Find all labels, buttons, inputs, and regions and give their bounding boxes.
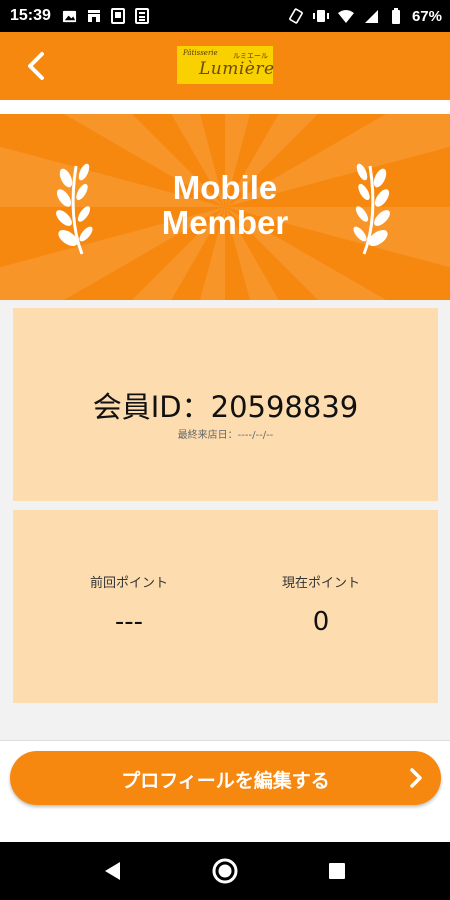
status-bar: 15:39 67% (0, 0, 450, 32)
wifi-icon (337, 7, 355, 25)
battery-percent: 67% (411, 7, 442, 25)
recents-square-icon (329, 863, 345, 879)
brand-logo: Pâtisserie ルミエール Lumière (177, 46, 275, 84)
member-id: 会員ID：20598839 (92, 390, 359, 424)
signal-icon (362, 7, 380, 25)
last-visit-date: 最終来店日：----/--/-- (177, 430, 274, 441)
rotate-icon (287, 7, 305, 25)
banner-title: Mobile Member (161, 169, 289, 241)
previous-points: 前回ポイント --- (23, 572, 235, 637)
status-time: 15:39 (10, 7, 51, 24)
chevron-left-icon (28, 52, 44, 80)
mobile-member-banner: Mobile Member (0, 114, 450, 300)
nav-home-button[interactable] (210, 856, 240, 886)
system-nav-bar (0, 842, 450, 900)
image-icon (61, 7, 79, 25)
chevron-right-icon (410, 768, 422, 788)
battery-icon (387, 7, 405, 25)
previous-points-label: 前回ポイント (89, 576, 168, 591)
current-points-label: 現在ポイント (281, 576, 360, 591)
previous-points-value: --- (114, 607, 144, 637)
nav-recents-button[interactable] (322, 856, 352, 886)
back-button[interactable] (18, 48, 54, 84)
app-header: Pâtisserie ルミエール Lumière (0, 32, 450, 100)
calculator-icon (133, 7, 151, 25)
back-triangle-icon (105, 862, 120, 880)
store-icon (85, 7, 103, 25)
current-points-value: 0 (312, 607, 330, 637)
logo-subtitle: Pâtisserie (183, 49, 218, 57)
edit-profile-label: プロフィールを編集する (121, 770, 330, 792)
home-circle-icon (212, 858, 238, 884)
vibrate-icon (312, 7, 330, 25)
tablet-icon (109, 7, 127, 25)
points-card: 前回ポイント --- 現在ポイント 0 (13, 510, 438, 703)
logo-brand: Lumière (199, 59, 275, 79)
edit-profile-button[interactable]: プロフィールを編集する (10, 751, 441, 805)
member-id-card: 会員ID：20598839 最終来店日：----/--/-- (13, 308, 438, 501)
nav-back-button[interactable] (97, 856, 127, 886)
current-points: 現在ポイント 0 (215, 572, 427, 637)
